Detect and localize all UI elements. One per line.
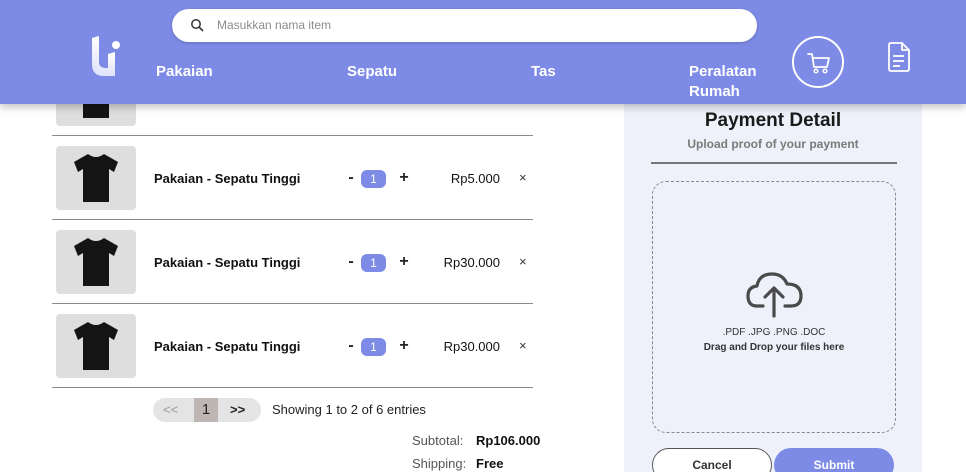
qty-value: 1	[361, 254, 386, 272]
payment-subtitle: Upload proof of your payment	[687, 137, 859, 151]
cloud-upload-icon	[746, 272, 803, 318]
product-price: Rp30.000	[443, 255, 500, 270]
product-thumbnail	[56, 314, 136, 378]
shipping-value: Free	[476, 456, 504, 471]
qty-decrease-button[interactable]: -	[344, 253, 358, 271]
qty-increase-button[interactable]: +	[397, 253, 411, 271]
qty-value: 1	[361, 338, 386, 356]
table-row: Pakaian - Sepatu Tinggi - 1 + Rp30.000 ×	[52, 304, 533, 388]
entries-info: Showing 1 to 2 of 6 entries	[272, 402, 426, 417]
payment-panel: Payment Detail Upload proof of your paym…	[624, 96, 922, 472]
nav-item-tas[interactable]: Tas	[531, 62, 556, 82]
nav-item-sepatu[interactable]: Sepatu	[347, 62, 397, 82]
qty-increase-button[interactable]: +	[397, 337, 411, 355]
cancel-button[interactable]: Cancel	[652, 448, 772, 472]
product-name: Pakaian - Sepatu Tinggi	[154, 339, 301, 354]
cart-icon	[807, 53, 830, 74]
cart-button[interactable]	[792, 36, 844, 88]
checkout-page: Pakaian Sepatu Tas Peralatan Rumah	[0, 0, 966, 472]
qty-increase-button[interactable]: +	[397, 169, 411, 187]
pagination-page-current[interactable]: 1	[194, 398, 218, 422]
logo-icon[interactable]	[88, 36, 122, 78]
payment-title: Payment Detail	[704, 110, 842, 131]
tshirt-icon	[74, 322, 118, 370]
pagination-next-button[interactable]: >>	[230, 402, 245, 417]
pagination-prev-button[interactable]: <<	[163, 402, 178, 417]
remove-item-button[interactable]: ×	[519, 254, 527, 269]
shipping-label: Shipping:	[412, 456, 467, 471]
submit-button[interactable]: Submit	[774, 448, 894, 472]
product-name: Pakaian - Sepatu Tinggi	[154, 171, 301, 186]
qty-decrease-button[interactable]: -	[344, 169, 358, 187]
product-thumbnail	[56, 230, 136, 294]
product-thumbnail	[56, 146, 136, 210]
search-icon[interactable]	[190, 18, 204, 32]
qty-value: 1	[361, 170, 386, 188]
table-row: Pakaian - Sepatu Tinggi - 1 + Rp30.000 ×	[52, 220, 533, 304]
qty-decrease-button[interactable]: -	[344, 337, 358, 355]
subtotal-value: Rp106.000	[476, 433, 541, 448]
product-name: Pakaian - Sepatu Tinggi	[154, 255, 301, 270]
file-types-text: .PDF .JPG .PNG .DOC	[722, 327, 826, 338]
remove-item-button[interactable]: ×	[519, 338, 527, 353]
remove-item-button[interactable]: ×	[519, 170, 527, 185]
search-bar	[172, 9, 757, 42]
divider	[651, 162, 897, 164]
search-input[interactable]	[217, 15, 737, 35]
drop-hint-text: Drag and Drop your files here	[703, 342, 845, 353]
product-price: Rp5.000	[450, 171, 500, 186]
top-navbar: Pakaian Sepatu Tas Peralatan Rumah	[0, 0, 966, 104]
subtotal-label: Subtotal:	[412, 433, 464, 448]
nav-item-peralatan-rumah[interactable]: Peralatan Rumah	[689, 62, 779, 102]
pagination: << 1 >>	[153, 398, 261, 422]
tshirt-icon	[74, 154, 118, 202]
document-icon[interactable]	[887, 42, 911, 72]
nav-item-pakaian[interactable]: Pakaian	[156, 62, 213, 82]
table-row: Pakaian - Sepatu Tinggi - 1 + Rp5.000 ×	[52, 136, 533, 220]
file-dropzone[interactable]: .PDF .JPG .PNG .DOC Drag and Drop your f…	[652, 181, 896, 433]
tshirt-icon	[74, 238, 118, 286]
product-price: Rp30.000	[443, 339, 500, 354]
